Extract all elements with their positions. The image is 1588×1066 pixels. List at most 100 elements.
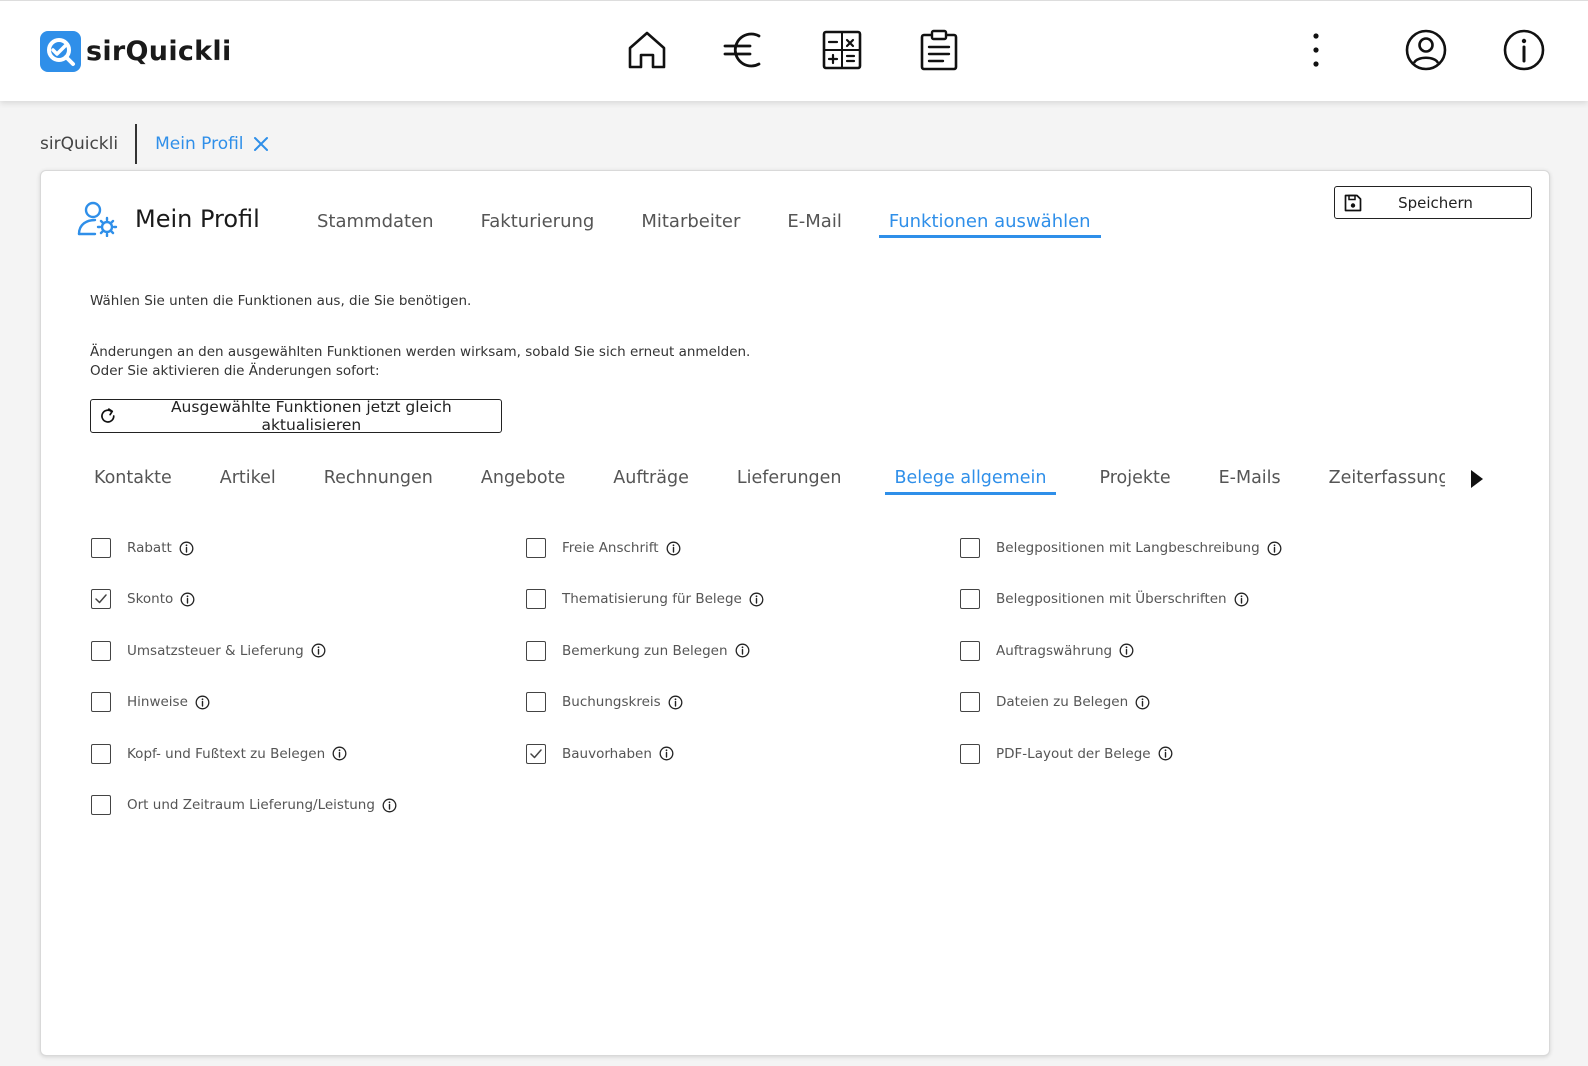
intro-text: Wählen Sie unten die Funktionen aus, die… xyxy=(90,293,472,309)
info-icon[interactable] xyxy=(180,592,195,607)
function-checkbox[interactable] xyxy=(91,743,111,764)
category-tab-lieferungen[interactable]: Lieferungen xyxy=(732,461,847,495)
function-option[interactable]: Bauvorhaben xyxy=(526,743,674,765)
refresh-icon xyxy=(101,408,115,423)
function-option[interactable]: Buchungskreis xyxy=(526,691,683,713)
category-tab-e-mails[interactable]: E-Mails xyxy=(1214,461,1286,495)
function-checkbox[interactable] xyxy=(91,640,111,661)
info-icon[interactable] xyxy=(735,643,750,658)
function-checkbox[interactable] xyxy=(960,692,980,713)
info-icon[interactable] xyxy=(1135,695,1150,710)
function-label: Freie Anschrift xyxy=(562,540,659,556)
function-checkbox[interactable] xyxy=(526,692,546,713)
category-tab-aufträge[interactable]: Aufträge xyxy=(608,461,694,495)
info-icon[interactable] xyxy=(666,541,681,556)
breadcrumb-active-label: Mein Profil xyxy=(155,134,244,154)
tab-e-mail[interactable]: E-Mail xyxy=(777,208,851,238)
function-checkbox[interactable] xyxy=(960,743,980,764)
function-checkbox[interactable] xyxy=(91,538,111,558)
function-label: Ort und Zeitraum Lieferung/Leistung xyxy=(127,797,375,813)
calculator-icon[interactable] xyxy=(820,28,864,72)
tab-mitarbeiter[interactable]: Mitarbeiter xyxy=(631,208,750,238)
function-label: Belegpositionen mit Langbeschreibung xyxy=(996,540,1260,556)
function-checkbox[interactable] xyxy=(960,589,980,610)
function-checkbox[interactable] xyxy=(960,640,980,661)
function-checkbox[interactable] xyxy=(526,743,546,764)
info-icon[interactable] xyxy=(1234,592,1249,607)
function-label: Auftragswährung xyxy=(996,642,1113,659)
function-option[interactable]: Bemerkung zun Belegen xyxy=(526,640,750,662)
floppy-disk-icon xyxy=(1344,194,1362,211)
function-label: Thematisierung für Belege xyxy=(562,591,742,608)
category-tab-angebote[interactable]: Angebote xyxy=(476,461,570,495)
function-checkbox[interactable] xyxy=(526,589,546,610)
breadcrumb-home[interactable]: sirQuickli xyxy=(40,124,138,164)
function-option[interactable]: Belegpositionen mit Überschriften xyxy=(960,588,1249,610)
info-icon[interactable] xyxy=(668,695,683,710)
function-checkbox[interactable] xyxy=(526,640,546,661)
function-checkbox[interactable] xyxy=(526,538,546,558)
home-icon[interactable] xyxy=(625,28,669,72)
close-icon[interactable] xyxy=(253,136,269,152)
function-option[interactable]: Freie Anschrift xyxy=(526,537,681,559)
function-label: PDF-Layout der Belege xyxy=(996,745,1151,762)
info-icon[interactable] xyxy=(1119,643,1134,658)
function-checkbox[interactable] xyxy=(91,692,111,713)
category-tab-kontakte[interactable]: Kontakte xyxy=(89,461,177,495)
function-checkbox[interactable] xyxy=(91,795,111,815)
clipboard-icon[interactable] xyxy=(917,28,961,72)
function-option[interactable]: Dateien zu Belegen xyxy=(960,691,1150,713)
function-checkbox[interactable] xyxy=(91,589,111,610)
function-option[interactable]: Auftragswährung xyxy=(960,640,1134,662)
function-option[interactable]: PDF-Layout der Belege xyxy=(960,743,1173,765)
logo-icon xyxy=(40,31,81,72)
refresh-functions-button[interactable]: Ausgewählte Funktionen jetzt gleich aktu… xyxy=(90,398,502,434)
function-option[interactable]: Ort und Zeitraum Lieferung/Leistung xyxy=(91,794,397,816)
category-tab-zeiterfassung[interactable]: Zeiterfassung xyxy=(1324,461,1445,495)
info-icon[interactable] xyxy=(1267,541,1282,556)
info-icon[interactable] xyxy=(179,541,194,556)
function-label: Bemerkung zun Belegen xyxy=(562,642,728,659)
user-account-icon[interactable] xyxy=(1404,28,1448,72)
function-label: Bauvorhaben xyxy=(562,745,652,762)
scroll-right-arrow-icon[interactable] xyxy=(1469,469,1485,489)
function-checkbox[interactable] xyxy=(960,538,980,558)
more-vertical-icon[interactable] xyxy=(1306,28,1326,72)
category-tab-rechnungen[interactable]: Rechnungen xyxy=(319,461,438,495)
info-icon[interactable] xyxy=(382,798,397,813)
info-icon[interactable] xyxy=(311,643,326,658)
tab-fakturierung[interactable]: Fakturierung xyxy=(471,208,605,238)
function-option[interactable]: Belegpositionen mit Langbeschreibung xyxy=(960,537,1282,559)
notice-text-1: Änderungen an den ausgewählten Funktione… xyxy=(90,344,751,360)
info-icon[interactable] xyxy=(195,695,210,710)
category-tab-artikel[interactable]: Artikel xyxy=(215,461,281,495)
tab-funktionen-auswählen[interactable]: Funktionen auswählen xyxy=(878,208,1101,238)
euro-icon[interactable] xyxy=(722,28,766,72)
info-icon[interactable] xyxy=(749,592,764,607)
function-option[interactable]: Skonto xyxy=(91,588,195,610)
info-icon[interactable] xyxy=(332,746,347,761)
info-icon[interactable] xyxy=(1158,746,1173,761)
function-label: Skonto xyxy=(127,591,174,608)
function-label: Belegpositionen mit Überschriften xyxy=(996,591,1227,608)
breadcrumb-tab-active[interactable]: Mein Profil xyxy=(137,134,268,154)
top-bar: sirQuickli xyxy=(0,0,1588,101)
function-option[interactable]: Rabatt xyxy=(91,537,194,559)
function-label: Hinweise xyxy=(127,694,188,711)
save-button[interactable]: Speichern xyxy=(1334,186,1532,219)
function-option[interactable]: Thematisierung für Belege xyxy=(526,588,764,610)
info-icon[interactable] xyxy=(659,746,674,761)
profile-card: Mein Profil Stammdaten Fakturierung Mitarb… xyxy=(40,170,1550,1056)
info-icon[interactable] xyxy=(1502,28,1546,72)
category-tab-belege-allgemein[interactable]: Belege allgemein xyxy=(884,461,1057,495)
function-category-tabs: Kontakte Artikel Rechnungen Angebote Aufträg… xyxy=(89,461,1445,497)
function-label: Buchungskreis xyxy=(562,694,661,711)
function-label: Umsatzsteuer & Lieferung xyxy=(127,642,304,659)
function-option[interactable]: Hinweise xyxy=(91,691,210,713)
function-option[interactable]: Umsatzsteuer & Lieferung xyxy=(91,640,326,662)
function-label: Rabatt xyxy=(127,540,172,556)
category-tab-projekte[interactable]: Projekte xyxy=(1094,461,1175,495)
logo[interactable]: sirQuickli xyxy=(40,31,232,72)
function-option[interactable]: Kopf- und Fußtext zu Belegen xyxy=(91,743,347,765)
tab-stammdaten[interactable]: Stammdaten xyxy=(307,208,444,238)
